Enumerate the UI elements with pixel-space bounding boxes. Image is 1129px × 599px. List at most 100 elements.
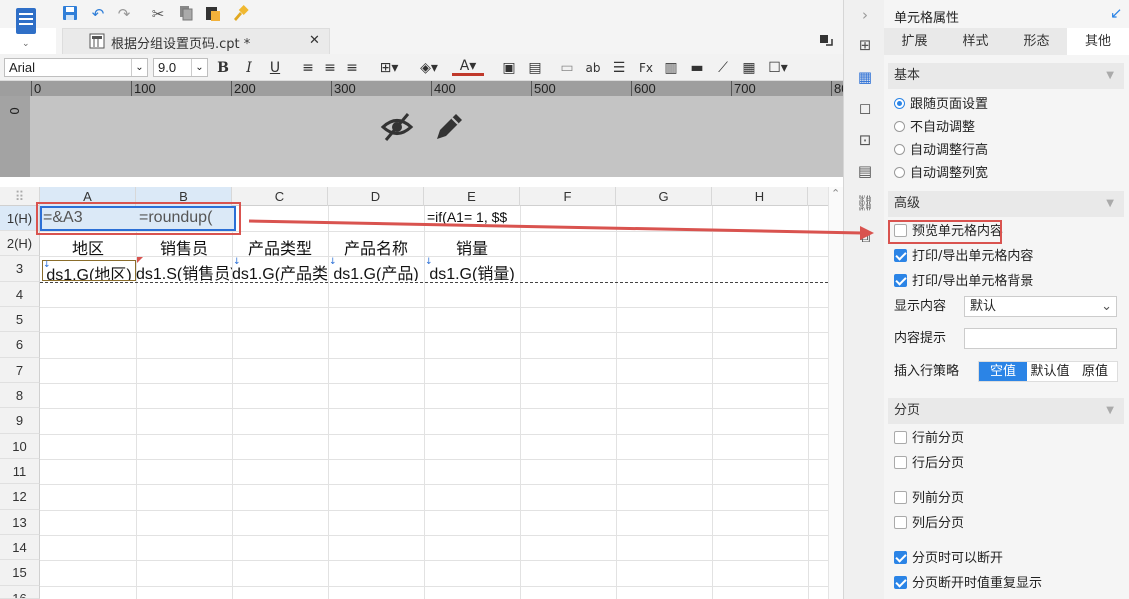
redo-icon[interactable]: ↷ bbox=[114, 4, 134, 24]
tab-other[interactable]: 其他 bbox=[1067, 28, 1129, 55]
cell-element-icon[interactable]: ⊞ bbox=[854, 34, 876, 56]
font-color-icon[interactable]: A▾ bbox=[452, 58, 484, 76]
format-painter-icon[interactable] bbox=[230, 4, 250, 24]
app-logo-icon[interactable]: ⌄ bbox=[8, 6, 44, 50]
tip-input[interactable] bbox=[964, 328, 1117, 349]
frame-icon[interactable]: ☐▾ bbox=[764, 58, 792, 78]
page-after-row-checkbox[interactable]: 行后分页 bbox=[894, 454, 964, 474]
vertical-scrollbar[interactable]: ⌃ bbox=[828, 187, 843, 599]
condition-icon[interactable]: ▤ bbox=[854, 160, 876, 182]
column-header-c[interactable]: C bbox=[232, 187, 328, 206]
row-header[interactable]: 1(H) bbox=[0, 206, 40, 231]
insert-option-default[interactable]: 默认值 bbox=[1027, 362, 1073, 381]
row-header[interactable]: 5 bbox=[0, 307, 40, 332]
radio-no-auto[interactable]: 不自动调整 bbox=[894, 118, 975, 138]
section-paging[interactable]: 分页 ▼ bbox=[888, 398, 1124, 424]
select-all-corner[interactable]: ⠿ bbox=[0, 187, 40, 206]
row-header[interactable]: 3 bbox=[0, 256, 40, 282]
print-bg-checkbox[interactable]: 打印/导出单元格背景 bbox=[894, 272, 1033, 292]
scroll-up-icon[interactable]: ⌃ bbox=[831, 187, 840, 200]
row-header[interactable]: 4 bbox=[0, 282, 40, 307]
section-advanced[interactable]: 高级 ▼ bbox=[888, 191, 1124, 217]
column-header-d[interactable]: D bbox=[328, 187, 424, 206]
row-header[interactable]: 6 bbox=[0, 332, 40, 358]
row-header[interactable]: 2(H) bbox=[0, 231, 40, 256]
float-element-icon[interactable]: ◻ bbox=[854, 97, 876, 119]
page-before-col-checkbox[interactable]: 列前分页 bbox=[894, 489, 964, 509]
row-header[interactable]: 10 bbox=[0, 434, 40, 459]
cell-attribute-icon[interactable]: ▦ bbox=[854, 66, 876, 88]
tab-expand[interactable]: 扩展 bbox=[884, 28, 945, 55]
row-header[interactable]: 11 bbox=[0, 459, 40, 484]
bold-icon[interactable]: B bbox=[213, 58, 233, 78]
print-content-checkbox[interactable]: 打印/导出单元格内容 bbox=[894, 247, 1033, 267]
insert-chart-icon[interactable]: ▥ bbox=[661, 58, 681, 78]
row-header[interactable]: 15 bbox=[0, 560, 40, 586]
expand-arrow-icon[interactable]: › bbox=[854, 4, 876, 26]
cell-d2[interactable]: 产品名称 bbox=[328, 235, 424, 259]
insert-rich-text-icon[interactable]: ☰ bbox=[609, 58, 629, 78]
can-break-checkbox[interactable]: 分页时可以断开 bbox=[894, 549, 1003, 569]
column-header-e[interactable]: E bbox=[424, 187, 520, 206]
column-header-g[interactable]: G bbox=[616, 187, 712, 206]
radio-follow-page[interactable]: 跟随页面设置 bbox=[894, 95, 988, 115]
cell-a2[interactable]: 地区 bbox=[40, 235, 136, 259]
insert-formula-icon[interactable]: Fx bbox=[636, 58, 656, 78]
insert-ab-icon[interactable]: ab bbox=[583, 58, 603, 78]
cell-b2[interactable]: 销售员 bbox=[136, 235, 232, 259]
close-icon[interactable]: ✕ bbox=[309, 33, 320, 48]
cut-icon[interactable]: ✂ bbox=[148, 4, 168, 24]
insert-text-icon[interactable]: ▭ bbox=[557, 58, 577, 78]
insert-image-icon[interactable]: ▬ bbox=[687, 58, 707, 78]
font-family-select[interactable]: Arial ⌄ bbox=[4, 58, 148, 77]
cell-e3[interactable]: ds1.G(销量) bbox=[424, 260, 520, 281]
cell-c3[interactable]: ds1.G(产品类型) bbox=[232, 260, 328, 281]
copy-icon[interactable] bbox=[176, 4, 196, 24]
merge-icon[interactable]: ▤ bbox=[525, 58, 545, 78]
undo-icon[interactable]: ↶ bbox=[88, 4, 108, 24]
insert-option-original[interactable]: 原值 bbox=[1073, 362, 1117, 381]
row-header[interactable]: 16 bbox=[0, 586, 40, 599]
dock-arrow-icon[interactable]: ↙ bbox=[1110, 4, 1123, 22]
collapse-icon[interactable] bbox=[818, 32, 834, 48]
hide-eye-icon[interactable] bbox=[380, 110, 414, 144]
edit-pencil-icon[interactable] bbox=[432, 110, 466, 144]
align-right-icon[interactable]: ≡ bbox=[342, 58, 362, 78]
save-icon[interactable] bbox=[60, 4, 80, 24]
page-after-col-checkbox[interactable]: 列后分页 bbox=[894, 514, 964, 534]
page-before-row-checkbox[interactable]: 行前分页 bbox=[894, 429, 964, 449]
cell-e1[interactable]: =if(A1= 1, $$ bbox=[427, 209, 519, 225]
insert-subreport-icon[interactable]: ▦ bbox=[739, 58, 759, 78]
section-basic[interactable]: 基本 ▼ bbox=[888, 63, 1124, 89]
border-icon[interactable]: ⊞▾ bbox=[374, 58, 404, 78]
paste-icon[interactable] bbox=[203, 4, 223, 24]
underline-icon[interactable]: U bbox=[265, 58, 285, 78]
tab-form[interactable]: 形态 bbox=[1006, 28, 1067, 55]
cell-a3[interactable]: ds1.G(地区) bbox=[42, 260, 136, 281]
font-size-select[interactable]: 9.0 ⌄ bbox=[153, 58, 208, 77]
widget-icon[interactable]: ⊡ bbox=[854, 129, 876, 151]
fill-color-icon[interactable]: ◈▾ bbox=[414, 58, 444, 78]
radio-auto-width[interactable]: 自动调整列宽 bbox=[894, 164, 988, 184]
align-left-icon[interactable]: ≡ bbox=[298, 58, 318, 78]
row-header[interactable]: 14 bbox=[0, 535, 40, 560]
hyperlink-icon[interactable]: ⛓ bbox=[854, 192, 876, 214]
row-header[interactable]: 7 bbox=[0, 358, 40, 383]
cell-c2[interactable]: 产品类型 bbox=[232, 235, 328, 259]
cell-e2[interactable]: 销量 bbox=[424, 235, 520, 259]
align-center-icon[interactable]: ≡ bbox=[320, 58, 340, 78]
insert-option-null[interactable]: 空值 bbox=[979, 362, 1027, 381]
tab-style[interactable]: 样式 bbox=[945, 28, 1006, 55]
slash-icon[interactable]: ⟋ bbox=[713, 58, 733, 78]
row-header[interactable]: 12 bbox=[0, 484, 40, 510]
file-tab[interactable]: 根据分组设置页码.cpt * ✕ bbox=[62, 28, 330, 54]
insert-cell-icon[interactable]: ▣ bbox=[499, 58, 519, 78]
row-header[interactable]: 9 bbox=[0, 408, 40, 434]
column-header-f[interactable]: F bbox=[520, 187, 616, 206]
column-header-h[interactable]: H bbox=[712, 187, 808, 206]
row-header[interactable]: 8 bbox=[0, 383, 40, 408]
cell-b3[interactable]: ds1.S(销售员) bbox=[136, 260, 232, 281]
radio-auto-height[interactable]: 自动调整行高 bbox=[894, 141, 988, 161]
italic-icon[interactable]: I bbox=[239, 58, 259, 78]
cell-d3[interactable]: ds1.G(产品) bbox=[328, 260, 424, 281]
